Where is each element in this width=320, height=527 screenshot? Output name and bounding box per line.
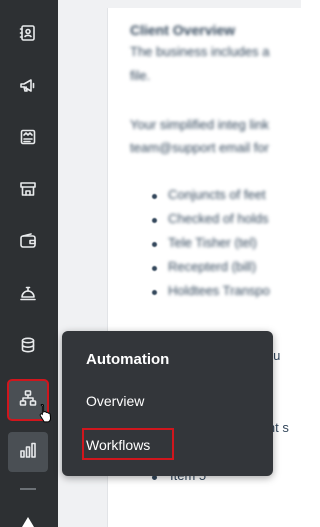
blurred-heading: Client Overview: [130, 22, 236, 38]
sidebar-item-reporting[interactable]: [8, 432, 48, 472]
reporting-chart-icon: [19, 441, 37, 464]
bullet-point: [152, 290, 157, 295]
sidebar-nav: [0, 0, 58, 527]
automation-flyout-menu: Automation Overview Workflows: [62, 331, 273, 476]
blurred-paragraph-line: team@support email for: [130, 140, 269, 155]
sidebar-item-contacts[interactable]: [8, 15, 48, 55]
hand-cursor-icon: [39, 403, 52, 423]
automation-flow-icon: [19, 389, 37, 412]
blurred-list-item: Tele Tisher (tel): [168, 235, 257, 250]
blurred-list-item: Recepterd (bill): [168, 259, 257, 274]
bullet-point: [152, 218, 157, 223]
sidebar-item-content[interactable]: [8, 119, 48, 159]
sidebar-item-commerce[interactable]: [8, 171, 48, 211]
sidebar-item-payments[interactable]: [8, 223, 48, 263]
blurred-list-item: Checked of holds: [168, 211, 269, 226]
bullet-point: [152, 242, 157, 247]
blurred-list-item: Conjuncts of feet: [168, 187, 266, 202]
service-bell-icon: [19, 284, 37, 307]
blurred-paragraph-line: file.: [130, 68, 151, 83]
marketing-megaphone-icon: [19, 76, 37, 99]
menu-item-overview[interactable]: Overview: [86, 393, 144, 409]
flyout-title: Automation: [86, 351, 170, 368]
bullet-point: [152, 266, 157, 271]
sidebar-item-data[interactable]: [8, 327, 48, 367]
content-icon: [19, 128, 37, 151]
sidebar-item-service[interactable]: [8, 275, 48, 315]
bullet-point: [152, 194, 157, 199]
menu-item-workflows[interactable]: Workflows: [86, 437, 150, 453]
commerce-store-icon: [19, 180, 37, 203]
sidebar-collapse-arrow-icon[interactable]: [22, 517, 34, 527]
data-database-icon: [19, 336, 37, 359]
wallet-icon: [19, 232, 37, 255]
blurred-paragraph-line: The business includes a: [130, 44, 270, 59]
contacts-icon: [19, 24, 37, 47]
sidebar-item-marketing[interactable]: [8, 67, 48, 107]
blurred-paragraph-line: Your simplified integ link: [130, 117, 269, 132]
sidebar-divider: [20, 488, 36, 490]
blurred-list-item: Holdtees Transpo: [168, 283, 270, 298]
